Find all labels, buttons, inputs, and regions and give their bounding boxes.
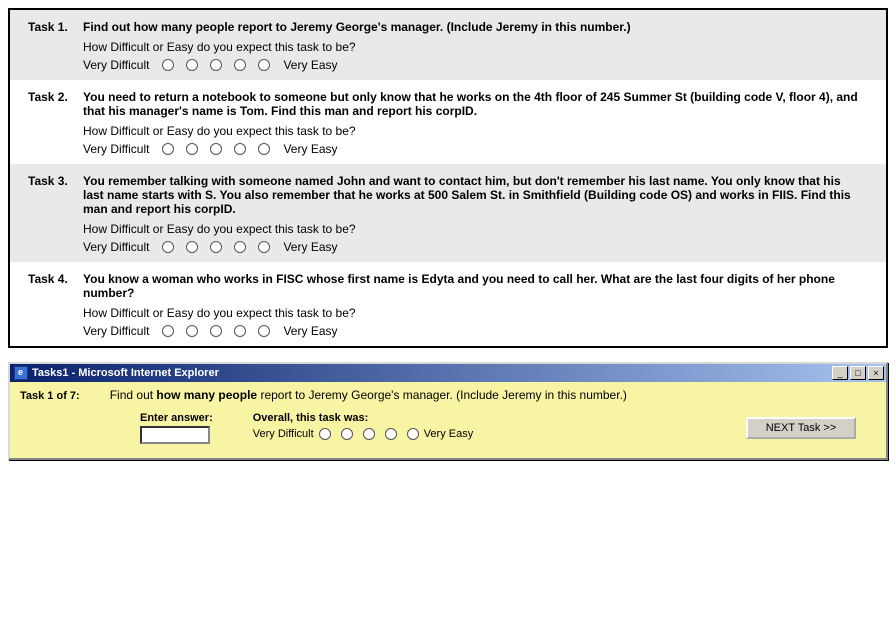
rating-left-label: Very Difficult [83, 240, 149, 254]
overall-rating: Very Difficult Very Easy [253, 428, 473, 440]
titlebar: Tasks1 - Microsoft Internet Explorer _ □… [10, 364, 886, 382]
rating-radio-5[interactable] [407, 428, 419, 440]
close-button[interactable]: × [868, 366, 884, 380]
rating-radio-1[interactable] [162, 325, 174, 337]
rating-radio-4[interactable] [385, 428, 397, 440]
task-rating: Very Difficult Very Easy [83, 58, 868, 72]
rating-radio-1[interactable] [319, 428, 331, 440]
task-3: Task 3. You remember talking with someon… [10, 164, 886, 262]
task-number: Task 2. [28, 90, 83, 118]
task-4: Task 4. You know a woman who works in FI… [10, 262, 886, 346]
rating-radio-3[interactable] [210, 143, 222, 155]
task-description: You know a woman who works in FISC whose… [83, 272, 868, 300]
next-task-button[interactable]: NEXT Task >> [746, 417, 856, 439]
ie-icon [14, 366, 28, 380]
window-title: Tasks1 - Microsoft Internet Explorer [32, 367, 832, 379]
overall-label: Overall, this task was: [253, 412, 473, 424]
tasks-panel: Task 1. Find out how many people report … [8, 8, 888, 348]
task-description: You remember talking with someone named … [83, 174, 868, 216]
rating-radio-5[interactable] [258, 59, 270, 71]
rating-radio-3[interactable] [363, 428, 375, 440]
overall-section: Overall, this task was: Very Difficult V… [253, 412, 473, 440]
task-description: Find out how many people report to Jerem… [83, 20, 868, 34]
rating-left-label: Very Difficult [83, 324, 149, 338]
task-rating: Very Difficult Very Easy [83, 142, 868, 156]
minimize-button[interactable]: _ [832, 366, 848, 380]
task-1: Task 1. Find out how many people report … [10, 10, 886, 80]
rating-left-label: Very Difficult [83, 58, 149, 72]
rating-radio-3[interactable] [210, 241, 222, 253]
task-page-label: Task 1 of 7: [20, 390, 80, 402]
task-question: How Difficult or Easy do you expect this… [83, 40, 868, 54]
task-description: You need to return a notebook to someone… [83, 90, 868, 118]
task-prompt: Find out how many people report to Jerem… [110, 388, 627, 402]
task-number: Task 4. [28, 272, 83, 300]
task-question: How Difficult or Easy do you expect this… [83, 306, 868, 320]
rating-radio-2[interactable] [186, 325, 198, 337]
rating-radio-5[interactable] [258, 143, 270, 155]
rating-right-label: Very Easy [283, 142, 337, 156]
ie-body: Task 1 of 7: Find out how many people re… [10, 382, 886, 458]
maximize-button[interactable]: □ [850, 366, 866, 380]
rating-radio-1[interactable] [162, 143, 174, 155]
prompt-pre: Find out [110, 388, 157, 402]
rating-radio-5[interactable] [258, 325, 270, 337]
rating-right-label: Very Easy [283, 58, 337, 72]
task-question: How Difficult or Easy do you expect this… [83, 222, 868, 236]
rating-radio-3[interactable] [210, 325, 222, 337]
task-number: Task 3. [28, 174, 83, 216]
task-2: Task 2. You need to return a notebook to… [10, 80, 886, 164]
prompt-post: report to Jeremy George's manager. (Incl… [257, 388, 627, 402]
answer-section: Enter answer: [140, 412, 213, 444]
rating-radio-2[interactable] [186, 241, 198, 253]
task-question: How Difficult or Easy do you expect this… [83, 124, 868, 138]
rating-radio-4[interactable] [234, 143, 246, 155]
rating-radio-5[interactable] [258, 241, 270, 253]
rating-radio-4[interactable] [234, 325, 246, 337]
rating-radio-2[interactable] [341, 428, 353, 440]
rating-right-label: Very Easy [283, 324, 337, 338]
answer-label: Enter answer: [140, 412, 213, 424]
rating-radio-1[interactable] [162, 59, 174, 71]
rating-radio-2[interactable] [186, 59, 198, 71]
rating-radio-2[interactable] [186, 143, 198, 155]
rating-radio-1[interactable] [162, 241, 174, 253]
rating-radio-4[interactable] [234, 241, 246, 253]
rating-radio-3[interactable] [210, 59, 222, 71]
answer-input[interactable] [140, 426, 210, 444]
prompt-bold: how many people [156, 388, 257, 402]
task-rating: Very Difficult Very Easy [83, 240, 868, 254]
task-number: Task 1. [28, 20, 83, 34]
rating-right-label: Very Easy [283, 240, 337, 254]
rating-left-label: Very Difficult [253, 428, 314, 440]
rating-left-label: Very Difficult [83, 142, 149, 156]
ie-window: Tasks1 - Microsoft Internet Explorer _ □… [8, 362, 888, 460]
rating-radio-4[interactable] [234, 59, 246, 71]
rating-right-label: Very Easy [424, 428, 474, 440]
task-rating: Very Difficult Very Easy [83, 324, 868, 338]
